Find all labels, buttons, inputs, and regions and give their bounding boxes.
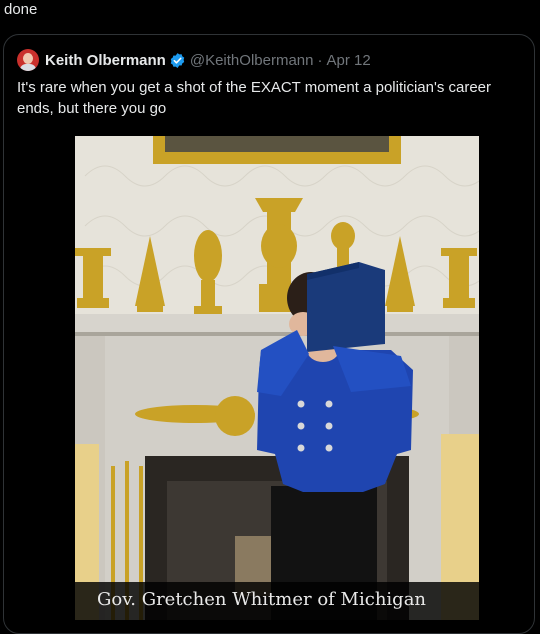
quoted-post-header: Keith Olbermann @KeithOlbermann · Apr 12 bbox=[17, 49, 371, 71]
quoted-post-card[interactable]: Keith Olbermann @KeithOlbermann · Apr 12… bbox=[3, 34, 535, 634]
quoted-post-text: It's rare when you get a shot of the EXA… bbox=[17, 79, 492, 117]
author-name[interactable]: Keith Olbermann bbox=[45, 52, 166, 69]
author-handle[interactable]: @KeithOlbermann bbox=[190, 52, 314, 69]
verified-badge-icon bbox=[170, 52, 185, 68]
photo-illustration bbox=[75, 136, 479, 620]
separator-dot: · bbox=[317, 51, 323, 69]
caption-text: Gov. Gretchen Whitmer of Michigan bbox=[97, 589, 427, 610]
post-date[interactable]: Apr 12 bbox=[326, 52, 370, 69]
post-photo[interactable]: Gov. Gretchen Whitmer of Michigan bbox=[75, 136, 479, 620]
photo-caption: Gov. Gretchen Whitmer of Michigan bbox=[75, 582, 479, 620]
post-text: done bbox=[4, 1, 38, 18]
author-avatar[interactable] bbox=[17, 49, 39, 71]
